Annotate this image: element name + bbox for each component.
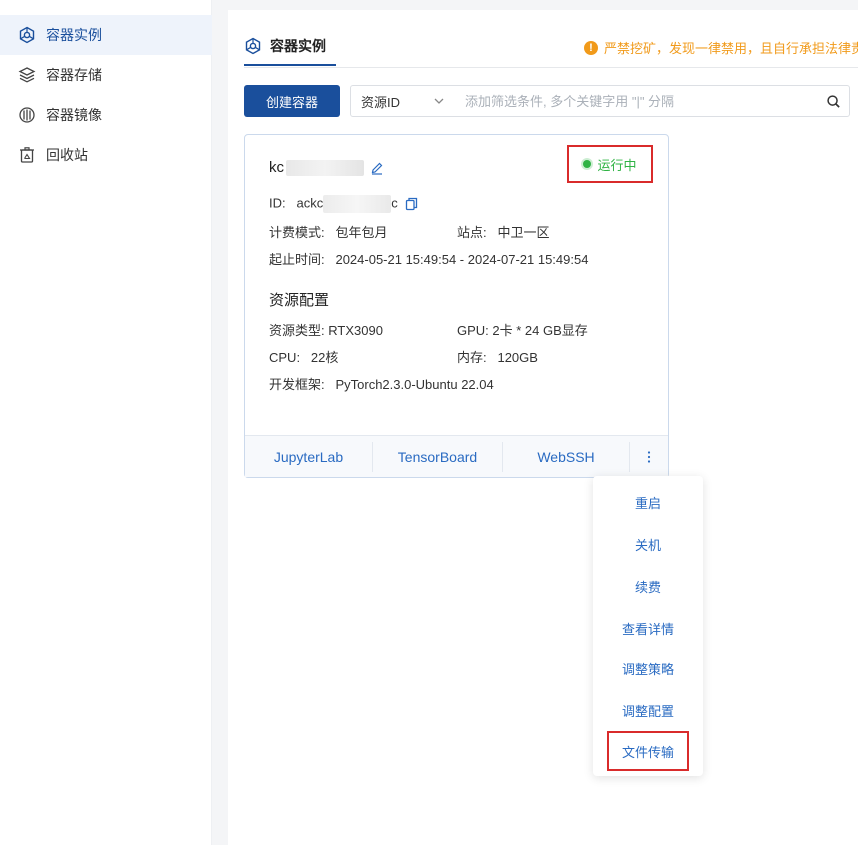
tab-bar: 容器实例 [244, 28, 336, 68]
container-instance-icon [18, 26, 36, 44]
create-container-button[interactable]: 创建容器 [244, 85, 340, 117]
id-value-suffix: c [391, 195, 398, 211]
more-actions-button[interactable] [630, 436, 668, 478]
more-actions-menu: 重启 关机 续费 查看详情 调整策略 调整配置 文件传输 [593, 476, 703, 776]
search-icon[interactable] [817, 86, 849, 116]
resource-type-row: 资源类型: RTX3090 [269, 320, 383, 339]
sidebar-item-label: 容器实例 [46, 27, 102, 43]
resource-config-title: 资源配置 [269, 292, 330, 309]
copy-icon[interactable] [405, 197, 418, 211]
filter-field-value: 资源ID [361, 94, 401, 110]
resource-type-value: RTX3090 [328, 323, 383, 338]
webssh-button[interactable]: WebSSH [503, 436, 629, 478]
resource-type-label: 资源类型: [269, 323, 325, 338]
framework-row: 开发框架: PyTorch2.3.0-Ubuntu 22.04 [269, 374, 494, 393]
menu-item-restart[interactable]: 重启 [593, 490, 703, 514]
framework-label: 开发框架: [269, 377, 325, 392]
status-text: 运行中 [597, 157, 637, 173]
status-badge: 运行中 [567, 145, 653, 183]
card-footer: JupyterLab TensorBoard WebSSH [245, 435, 668, 477]
sidebar-item-recycle-bin[interactable]: 回收站 [0, 135, 212, 175]
edit-icon[interactable] [370, 161, 384, 175]
memory-row: 内存: 120GB [457, 347, 538, 366]
jupyterlab-button[interactable]: JupyterLab [245, 436, 372, 478]
tab-label: 容器实例 [270, 38, 326, 54]
cpu-label: CPU: [269, 350, 301, 365]
framework-value: PyTorch2.3.0-Ubuntu 22.04 [335, 377, 494, 392]
memory-value: 120GB [497, 350, 538, 365]
warning-text: 严禁挖矿，发现一律禁用，且自行承担法律责任 [604, 41, 858, 56]
chevron-down-icon [434, 98, 444, 104]
gpu-label: GPU: [457, 323, 489, 338]
time-value: 2024-05-21 15:49:54 - 2024-07-21 15:49:5… [335, 252, 589, 267]
container-name-text: kc [269, 159, 284, 176]
sidebar-item-container-storage[interactable]: 容器存储 [0, 55, 212, 95]
container-instance-icon [244, 37, 262, 55]
redacted-mask [323, 195, 392, 213]
status-dot-icon [583, 160, 592, 168]
time-row: 起止时间: 2024-05-21 15:49:54 - 2024-07-21 1… [269, 249, 588, 268]
layers-storage-icon [18, 66, 36, 84]
container-name: kc [269, 159, 384, 176]
menu-item-file-transfer[interactable]: 文件传输 [607, 731, 689, 771]
container-card: kc 运行中 ID: ackc c 计费模式: 包年包月 站点: 中卫一区 起止… [244, 134, 669, 478]
cpu-row: CPU: 22核 [269, 347, 338, 366]
sidebar-item-label: 容器存储 [46, 67, 102, 83]
redacted-mask [286, 159, 364, 176]
sidebar-item-container-instance[interactable]: 容器实例 [0, 15, 212, 55]
menu-item-adjust-policy[interactable]: 调整策略 [593, 656, 703, 680]
filter-input[interactable] [455, 86, 817, 116]
site-value: 中卫一区 [497, 225, 550, 240]
cpu-value: 22核 [310, 350, 339, 365]
sidebar-item-label: 回收站 [46, 147, 88, 163]
id-label: ID: [269, 195, 286, 211]
warning-icon: ! [584, 40, 598, 55]
id-row: ID: ackc c [269, 195, 418, 213]
id-value-prefix: ackc [296, 195, 324, 211]
site-row: 站点: 中卫一区 [457, 222, 549, 241]
menu-item-view-details[interactable]: 查看详情 [593, 616, 703, 640]
more-vertical-icon [647, 450, 651, 463]
image-disc-icon [18, 106, 36, 124]
tab-container-instance[interactable]: 容器实例 [244, 28, 336, 66]
mining-warning: ! 严禁挖矿，发现一律禁用，且自行承担法律责任 [584, 38, 858, 57]
tab-divider [244, 67, 858, 68]
site-label: 站点: [457, 225, 487, 240]
gpu-row: GPU: 2卡 * 24 GB显存 [457, 320, 588, 339]
sidebar-item-container-image[interactable]: 容器镜像 [0, 95, 212, 135]
billing-value: 包年包月 [335, 225, 388, 240]
billing-row: 计费模式: 包年包月 [269, 222, 387, 241]
gpu-value: 2卡 * 24 GB显存 [492, 323, 588, 338]
main-panel: 容器实例 ! 严禁挖矿，发现一律禁用，且自行承担法律责任 创建容器 资源ID k… [228, 10, 858, 845]
menu-item-shutdown[interactable]: 关机 [593, 532, 703, 556]
memory-label: 内存: [457, 350, 487, 365]
recycle-bin-icon [18, 146, 36, 164]
tensorboard-button[interactable]: TensorBoard [373, 436, 502, 478]
billing-label: 计费模式: [269, 225, 325, 240]
filter-bar: 资源ID [350, 85, 850, 117]
time-label: 起止时间: [269, 252, 325, 267]
menu-item-renew[interactable]: 续费 [593, 574, 703, 598]
menu-item-adjust-config[interactable]: 调整配置 [593, 698, 703, 722]
sidebar: 容器实例 容器存储 容器镜像 回收站 [0, 0, 212, 845]
filter-field-select[interactable]: 资源ID [351, 86, 455, 116]
sidebar-item-label: 容器镜像 [46, 107, 102, 123]
